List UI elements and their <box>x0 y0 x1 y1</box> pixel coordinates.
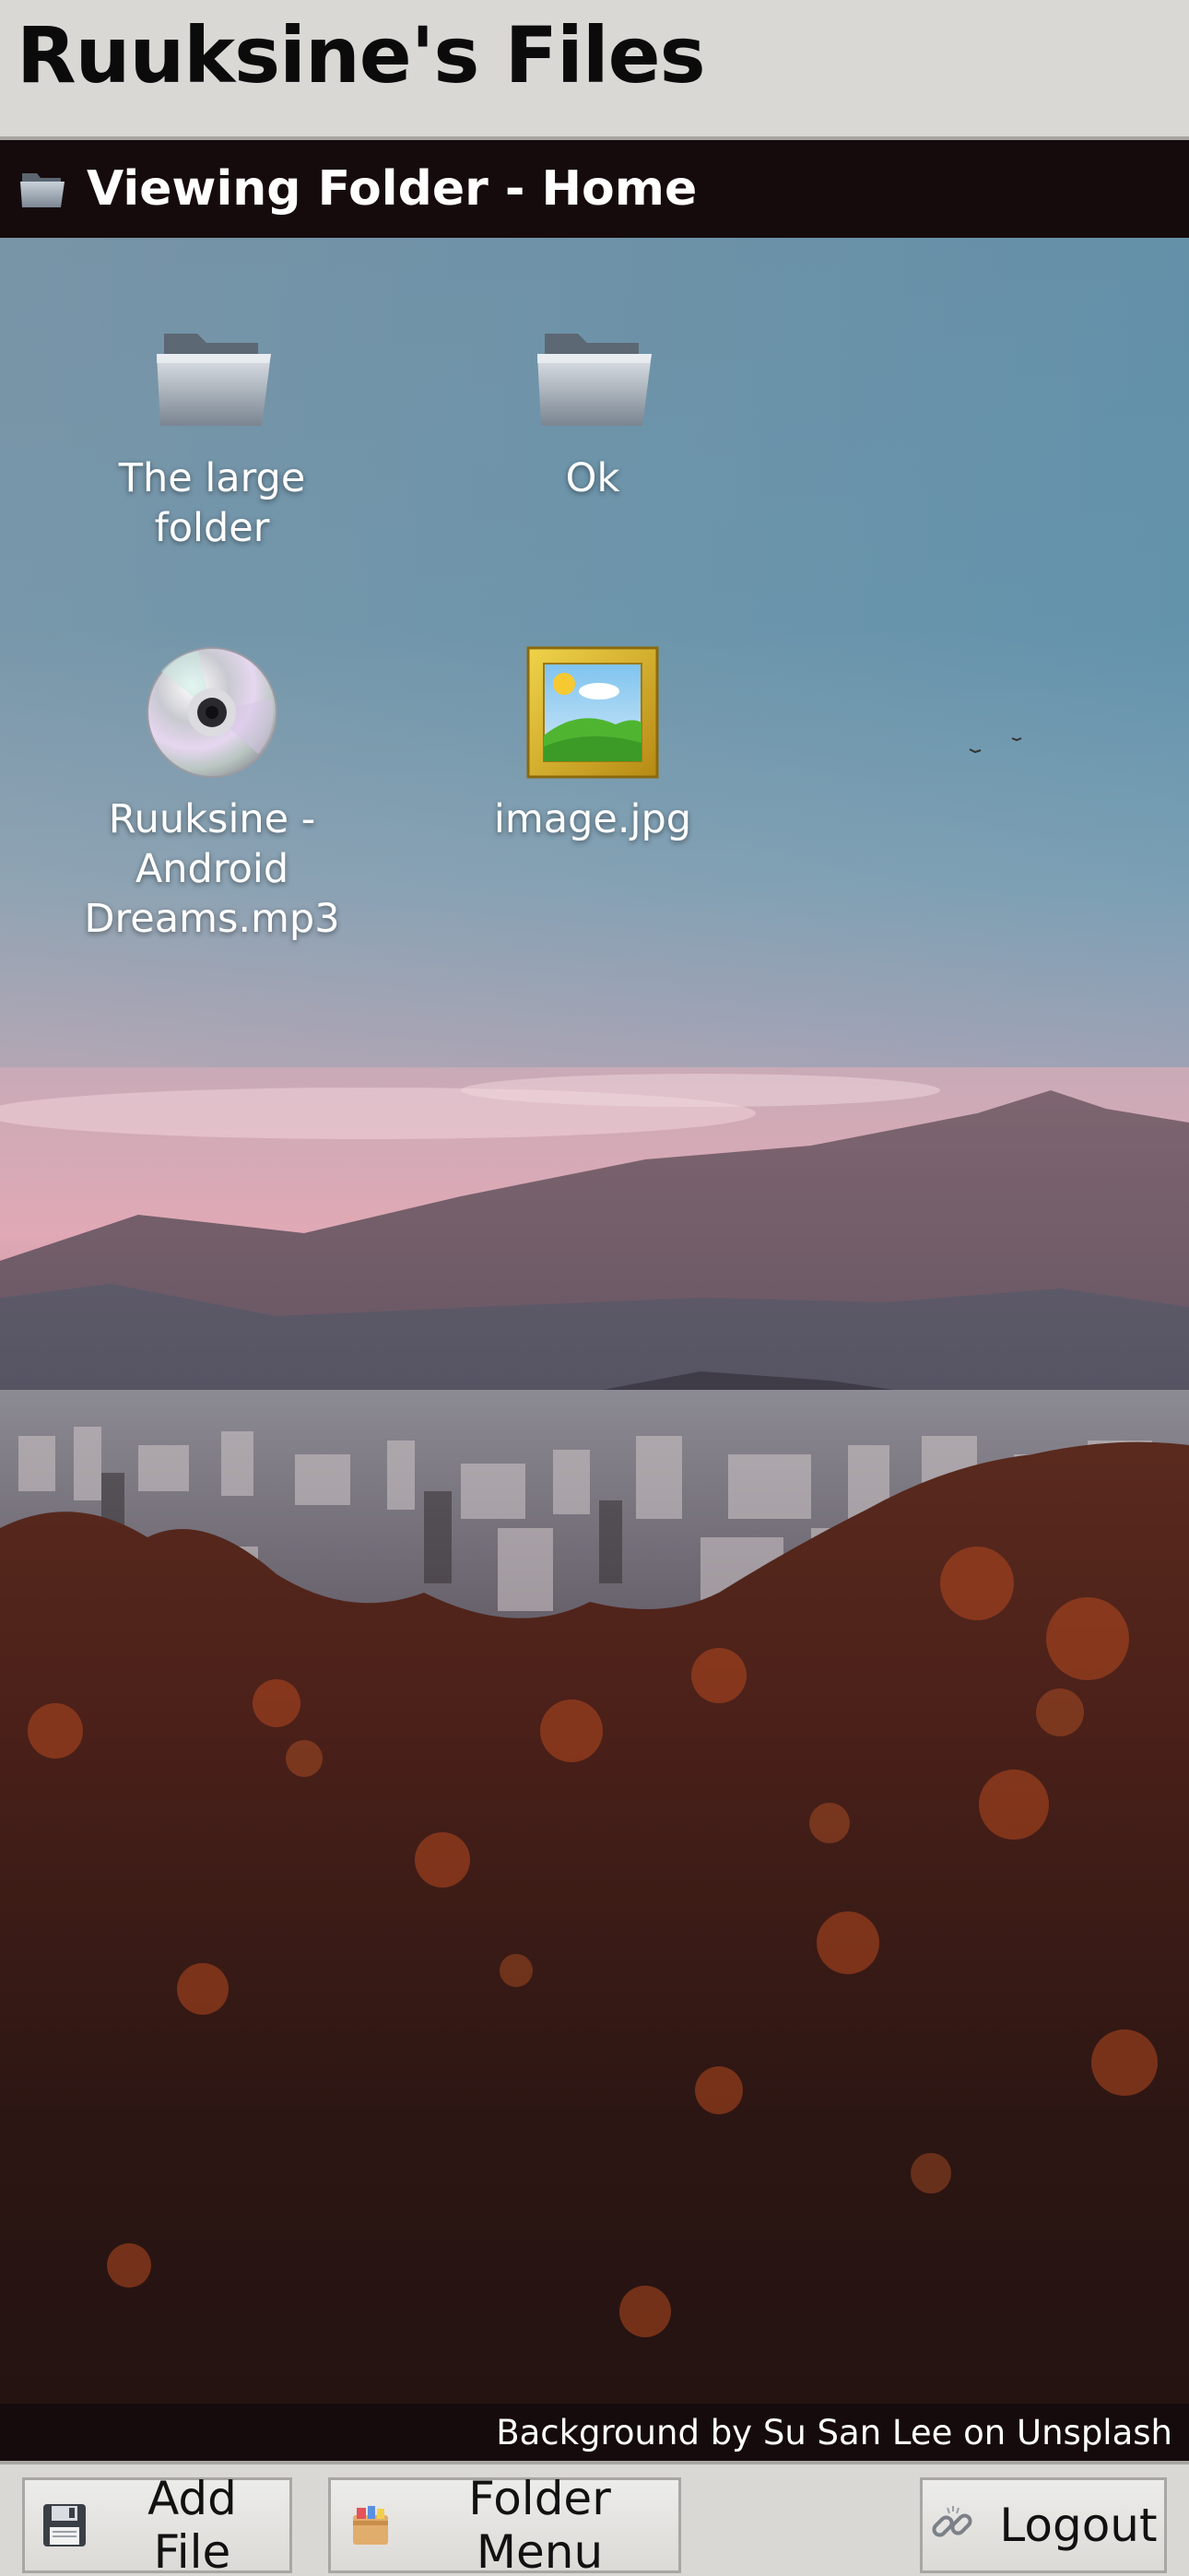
folder-title: Viewing Folder - Home <box>87 161 698 217</box>
file-name: Ok <box>565 455 620 501</box>
floppy-disk-icon <box>43 2504 86 2547</box>
folder-icon <box>537 334 652 426</box>
background-credit: Background by Su San Lee on Unsplash <box>496 2413 1172 2452</box>
credit-bar: Background by Su San Lee on Unsplash <box>0 2404 1189 2461</box>
logout-button[interactable]: Logout <box>920 2477 1167 2573</box>
folder-menu-label: Folder Menu <box>468 2472 611 2576</box>
app-header: Ruuksine's Files <box>0 0 1189 140</box>
logout-label: Logout <box>999 2499 1158 2552</box>
file-name: Ruuksine - Android Dreams.mp3 <box>84 796 340 942</box>
add-file-label: Add File <box>147 2472 237 2576</box>
file-cabinet-icon <box>353 2506 388 2545</box>
file-item-image-jpg[interactable]: image.jpg <box>418 643 768 844</box>
file-browser: The large folder Ok Ruuksine - Android D… <box>0 238 1189 2404</box>
broken-chain-icon <box>932 2506 972 2537</box>
folder-bar: Viewing Folder - Home <box>0 140 1189 238</box>
app-title: Ruuksine's Files <box>17 10 706 100</box>
file-item-android-dreams-mp3[interactable]: Ruuksine - Android Dreams.mp3 <box>37 643 387 944</box>
cd-icon <box>147 647 277 778</box>
add-file-button[interactable]: Add File <box>22 2472 292 2576</box>
file-item-ok[interactable]: Ok <box>418 312 768 503</box>
file-name: image.jpg <box>493 796 692 842</box>
folder-menu-button[interactable]: Folder Menu <box>328 2472 681 2576</box>
file-item-the-large-folder[interactable]: The large folder <box>37 312 387 553</box>
file-name: The large folder <box>118 455 306 551</box>
folder-icon <box>157 334 271 426</box>
framed-picture-icon <box>526 646 659 779</box>
background-landscape-image <box>0 238 1189 2404</box>
folder-icon <box>20 173 65 207</box>
bottom-toolbar: Add File Folder Menu Logout <box>0 2461 1189 2576</box>
